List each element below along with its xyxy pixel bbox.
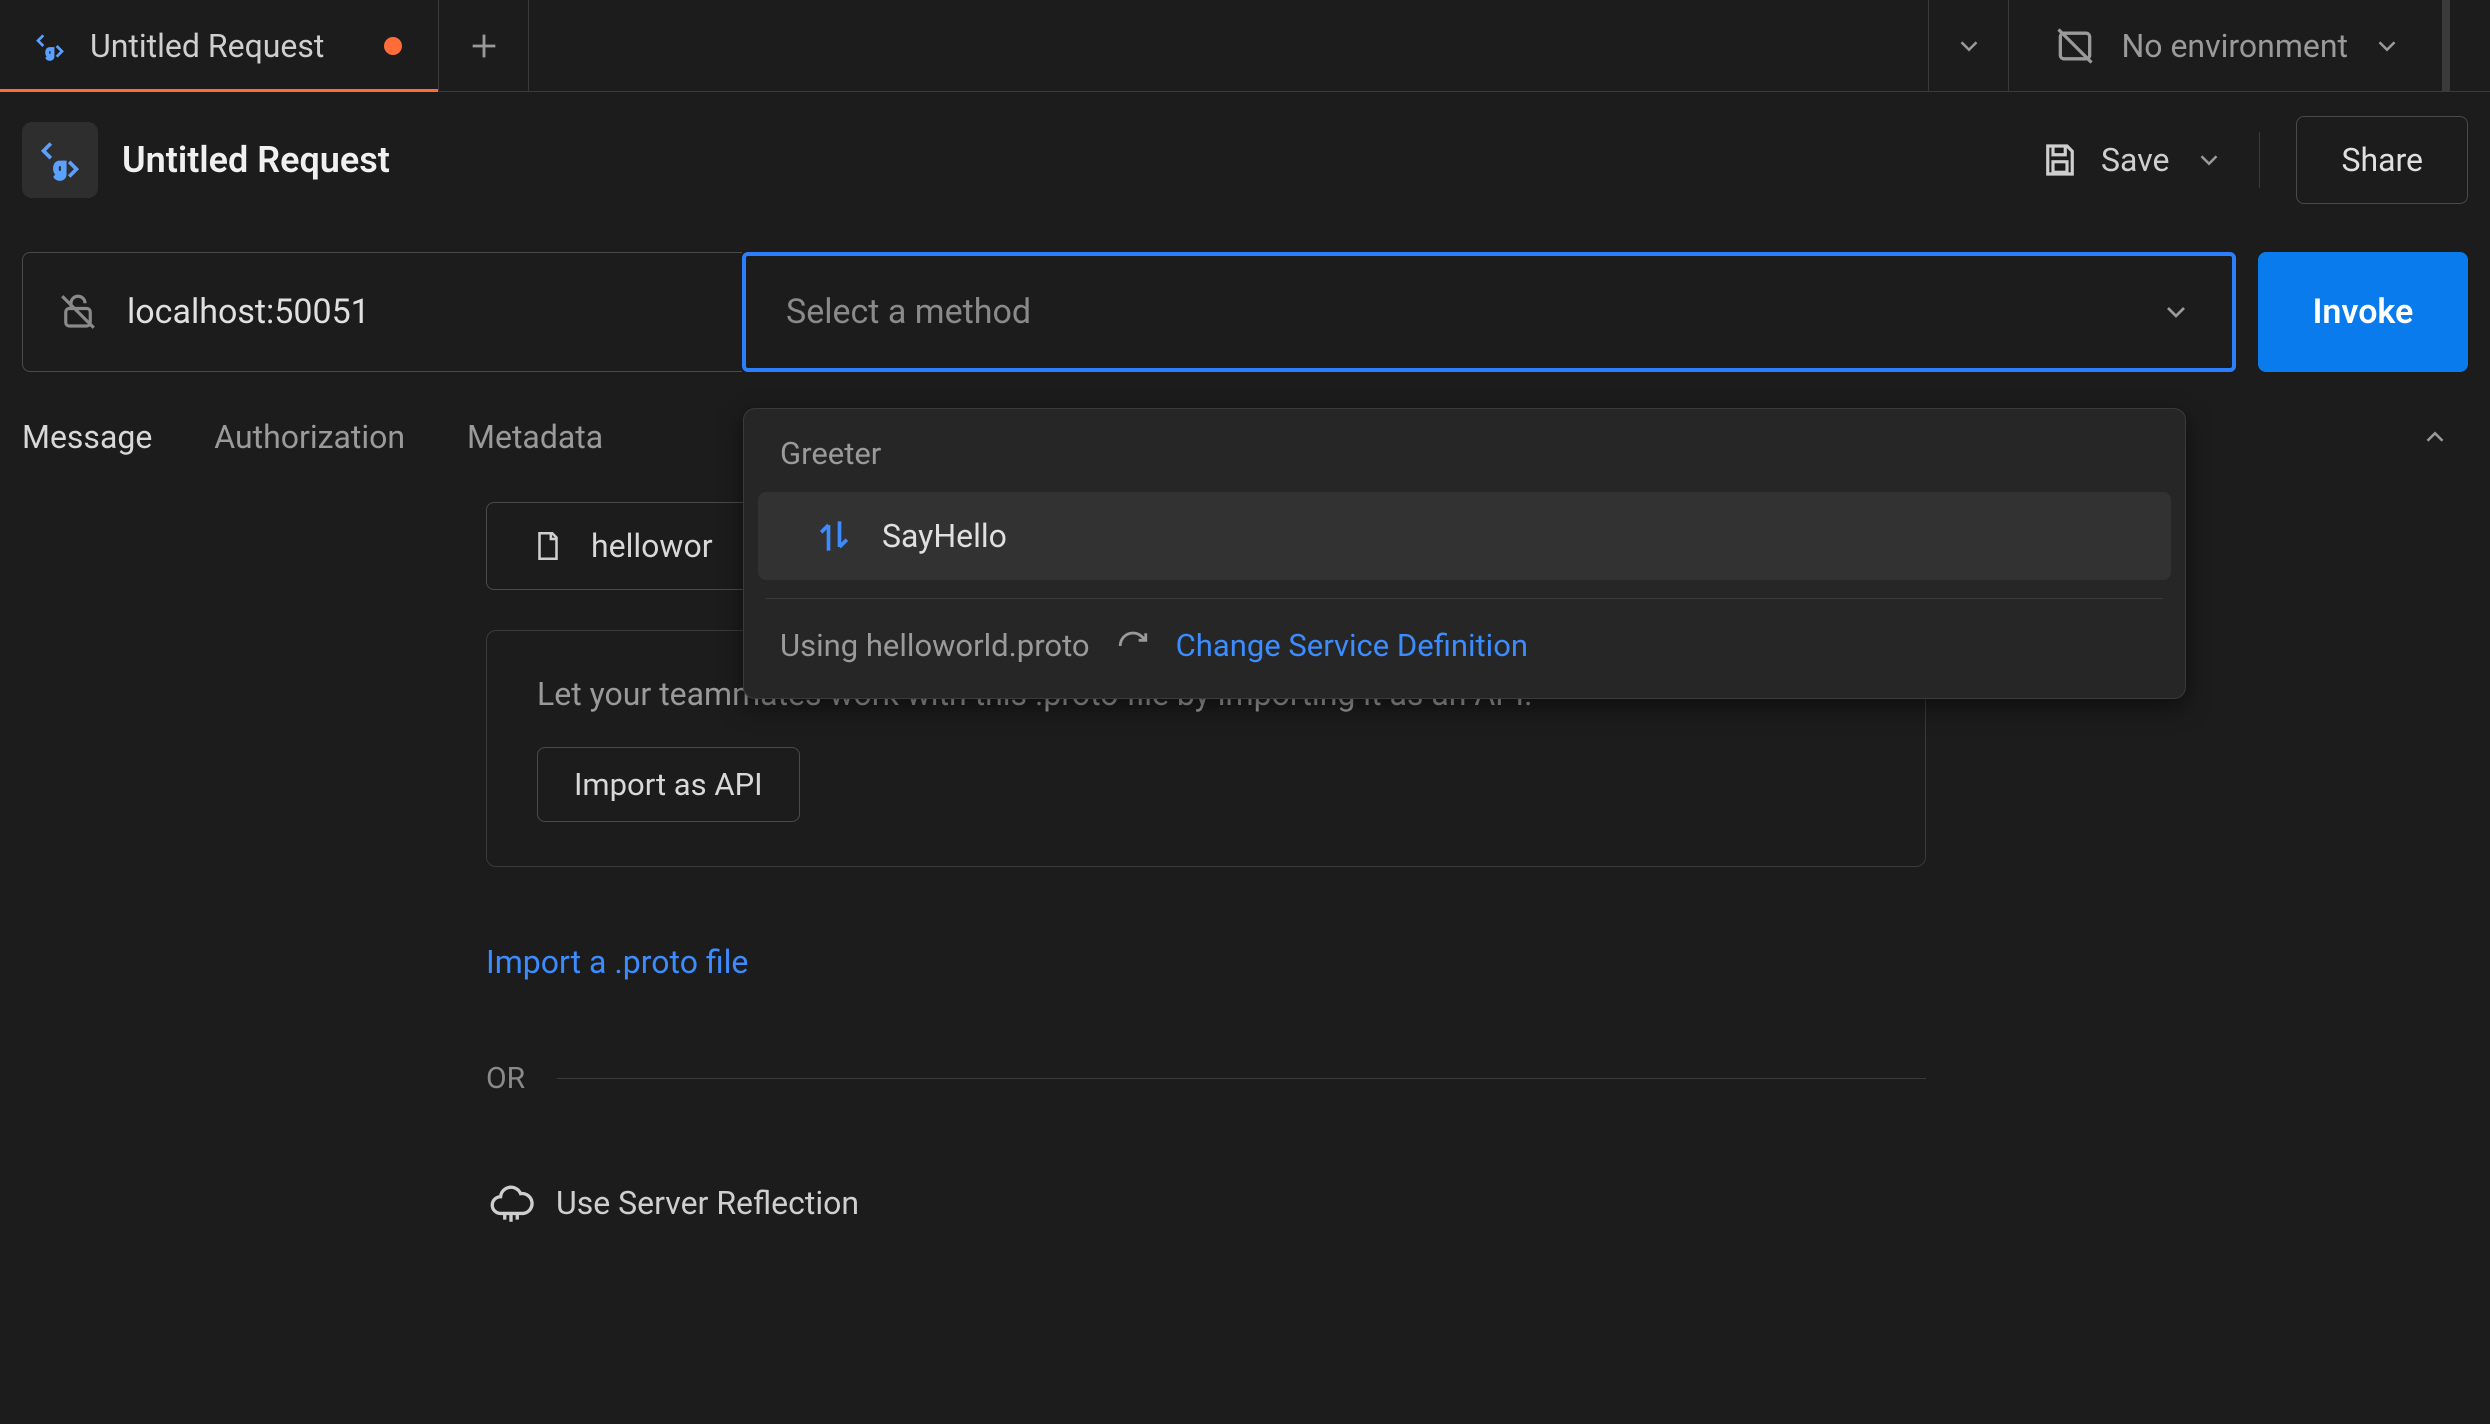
server-reflection-option[interactable]: Use Server Reflection (486, 1178, 1926, 1228)
tab-authorization[interactable]: Authorization (214, 418, 405, 456)
change-service-definition-link[interactable]: Change Service Definition (1176, 627, 1528, 664)
import-proto-file-link[interactable]: Import a .proto file (486, 943, 1926, 981)
grpc-badge-icon: g (22, 122, 98, 198)
server-reflection-label: Use Server Reflection (556, 1184, 859, 1222)
tab-overflow-menu[interactable] (1928, 0, 2008, 91)
import-as-api-button[interactable]: Import as API (537, 747, 800, 822)
new-tab-button[interactable] (439, 0, 529, 91)
chevron-down-icon (2372, 31, 2402, 61)
svg-text:g: g (54, 156, 66, 181)
chevron-down-icon (2160, 296, 2192, 328)
request-name[interactable]: Untitled Request (122, 139, 390, 181)
server-url-input[interactable] (127, 292, 708, 332)
svg-text:g: g (46, 42, 54, 60)
share-button[interactable]: Share (2296, 116, 2468, 204)
tab-message[interactable]: Message (22, 418, 152, 456)
save-label: Save (2101, 141, 2169, 179)
proto-file-chip[interactable]: hellowor (486, 502, 758, 590)
active-tab[interactable]: g Untitled Request (0, 0, 439, 91)
invoke-button[interactable]: Invoke (2258, 252, 2468, 372)
or-label: OR (486, 1061, 525, 1096)
server-url-input-wrap[interactable] (22, 252, 742, 372)
request-header: g Untitled Request Save Share (0, 92, 2490, 220)
unary-rpc-icon (812, 514, 856, 558)
collapse-panel-button[interactable] (2420, 422, 2468, 452)
dropdown-service-group: Greeter (744, 409, 2185, 486)
environment-selector[interactable]: No environment (2008, 0, 2490, 91)
env-divider (2442, 0, 2450, 91)
proto-chip-label: hellowor (591, 527, 713, 565)
refresh-icon[interactable] (1116, 629, 1150, 663)
file-icon (531, 529, 565, 563)
save-dropdown-button[interactable] (2179, 130, 2239, 190)
save-button[interactable]: Save (2029, 139, 2179, 181)
method-dropdown: Greeter SayHello Using helloworld.proto … (743, 408, 2186, 699)
tab-title: Untitled Request (90, 27, 324, 65)
using-proto-label: Using helloworld.proto (780, 627, 1090, 664)
insecure-icon (57, 291, 99, 333)
unsaved-indicator-icon (384, 37, 402, 55)
dropdown-method-label: SayHello (882, 517, 1007, 555)
no-env-icon (2053, 24, 2097, 68)
tab-metadata[interactable]: Metadata (467, 418, 603, 456)
dropdown-method-sayhello[interactable]: SayHello (758, 492, 2171, 580)
or-separator-line (557, 1078, 1926, 1079)
share-label: Share (2341, 141, 2423, 179)
grpc-icon: g (30, 26, 70, 66)
cloud-reflection-icon (486, 1178, 536, 1228)
tabbar: g Untitled Request No environment (0, 0, 2490, 92)
dropdown-footer: Using helloworld.proto Change Service De… (744, 599, 2185, 698)
save-icon (2039, 139, 2081, 181)
or-separator: OR (486, 1061, 1926, 1096)
invoke-label: Invoke (2313, 292, 2414, 332)
method-select[interactable]: Select a method (742, 252, 2236, 372)
method-select-placeholder: Select a method (786, 292, 1031, 332)
environment-label: No environment (2121, 27, 2348, 65)
import-as-api-label: Import as API (574, 766, 763, 803)
url-method-row: Select a method Invoke (0, 220, 2490, 384)
